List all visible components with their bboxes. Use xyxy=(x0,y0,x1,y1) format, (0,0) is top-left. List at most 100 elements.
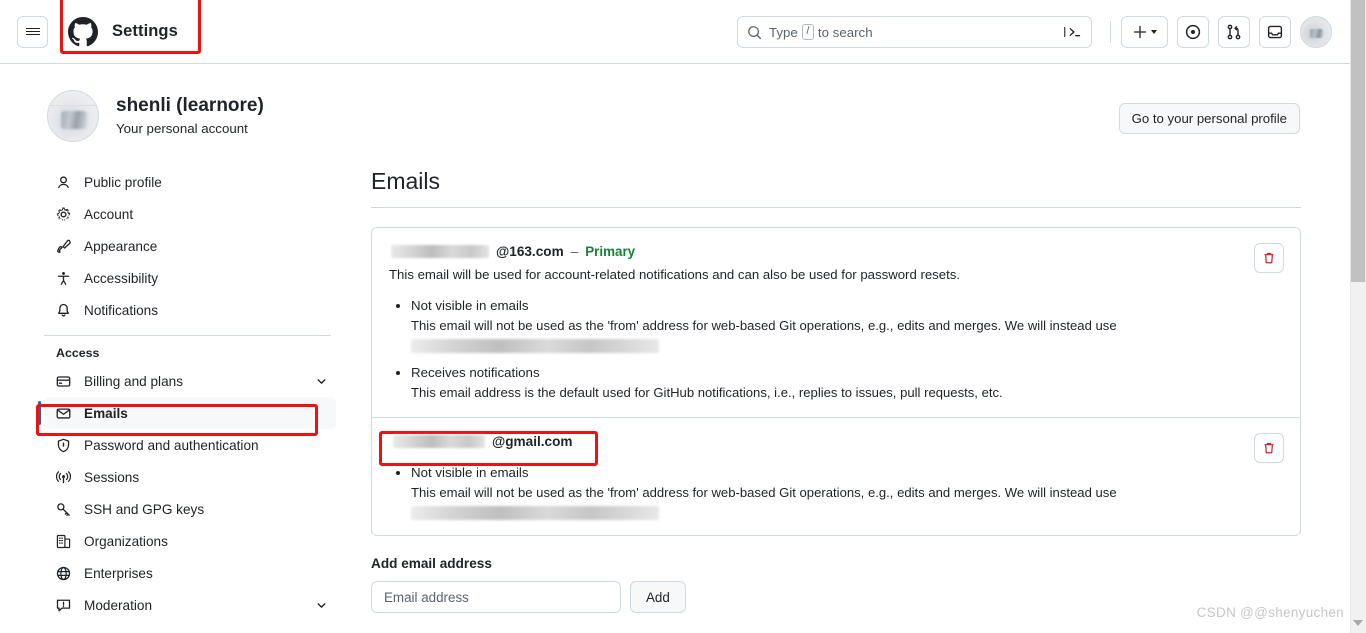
add-email-section: Add email address Add xyxy=(371,556,1301,613)
page-scrollbar[interactable] xyxy=(1350,0,1366,633)
slash-key-hint: / xyxy=(801,24,814,40)
command-palette-icon[interactable] xyxy=(1062,24,1084,40)
account-subtitle: Your personal account xyxy=(116,120,248,136)
scrollbar-thumb[interactable] xyxy=(1351,0,1365,282)
redacted-noreply-email xyxy=(411,506,659,520)
email-domain: @163.com xyxy=(496,244,564,259)
chevron-down-icon xyxy=(1150,30,1157,34)
inbox-icon xyxy=(1267,25,1283,39)
delete-email-button[interactable] xyxy=(1254,243,1284,273)
add-email-title: Add email address xyxy=(371,556,492,571)
gear-icon xyxy=(56,206,74,222)
property-description: This email will not be used as the 'from… xyxy=(411,485,1117,500)
list-item: Not visible in emails This email will no… xyxy=(389,297,1284,353)
sidebar-item-label: Password and authentication xyxy=(84,437,259,453)
sidebar-item-label: Account xyxy=(84,206,134,222)
avatar xyxy=(47,90,99,142)
sidebar-item-ssh-and-gpg-keys[interactable]: SSH and GPG keys xyxy=(44,493,336,525)
search-icon xyxy=(747,25,762,40)
header-action-buttons xyxy=(1121,16,1332,48)
chevron-down-icon xyxy=(315,375,328,388)
search-placeholder: Type / to search xyxy=(769,24,1062,40)
trash-icon xyxy=(1264,442,1274,454)
main-content: Emails @163.com – Primary This email wil… xyxy=(371,166,1301,613)
list-item: Not visible in emails This email will no… xyxy=(389,464,1284,520)
status-badge: Primary xyxy=(585,244,636,259)
sidebar-item-appearance[interactable]: Appearance xyxy=(44,230,336,262)
person-icon xyxy=(56,175,74,190)
global-search-box[interactable]: Type / to search xyxy=(737,16,1092,48)
sidebar-item-notifications[interactable]: Notifications xyxy=(44,294,336,326)
email-address-line: @gmail.com xyxy=(389,434,1284,449)
git-pull-request-icon xyxy=(1227,24,1241,40)
paintbrush-icon xyxy=(56,239,74,254)
broadcast-icon xyxy=(56,470,74,485)
settings-title: Settings xyxy=(112,22,178,40)
property-description: This email will not be used as the 'from… xyxy=(411,318,1117,333)
add-email-form: Add xyxy=(371,581,1301,613)
search-placeholder-before: Type xyxy=(769,24,798,40)
chevron-down-icon xyxy=(315,599,328,612)
sidebar-item-billing-and-plans[interactable]: Billing and plans xyxy=(44,365,336,397)
sidebar-item-accessibility[interactable]: Accessibility xyxy=(44,262,336,294)
sidebar-item-moderation[interactable]: Moderation xyxy=(44,589,336,621)
key-icon xyxy=(56,502,74,517)
property-title: Not visible in emails xyxy=(411,465,529,480)
sidebar-item-label: Emails xyxy=(84,405,128,421)
sidebar-item-label: Appearance xyxy=(84,238,158,254)
sidebar-item-organizations[interactable]: Organizations xyxy=(44,525,336,557)
pull-requests-button[interactable] xyxy=(1218,16,1250,48)
sidebar-item-password-and-authentication[interactable]: Password and authentication xyxy=(44,429,336,461)
sidebar-item-label: Organizations xyxy=(84,533,168,549)
bell-icon xyxy=(56,303,74,318)
email-address-line: @163.com – Primary xyxy=(389,244,1284,259)
hamburger-menu-button[interactable] xyxy=(17,15,48,48)
page-title: Emails xyxy=(371,168,441,194)
sidebar-item-emails[interactable]: Emails xyxy=(38,397,336,429)
property-title: Not visible in emails xyxy=(411,298,529,313)
property-title: Receives notifications xyxy=(411,365,540,380)
email-row: @gmail.com Not visible in emails This em… xyxy=(372,417,1300,535)
accessibility-icon xyxy=(56,271,74,286)
sidebar-item-account[interactable]: Account xyxy=(44,198,336,230)
redacted-email-local-part xyxy=(393,435,485,448)
user-avatar-button[interactable] xyxy=(1300,16,1332,48)
property-description: This email address is the default used f… xyxy=(411,385,1003,400)
sidebar-item-public-profile[interactable]: Public profile xyxy=(44,166,336,198)
go-to-personal-profile-button[interactable]: Go to your personal profile xyxy=(1118,103,1300,134)
add-email-button[interactable]: Add xyxy=(630,581,686,613)
mail-icon xyxy=(56,406,74,421)
sidebar-item-label: Billing and plans xyxy=(84,373,183,389)
github-mark-icon xyxy=(68,16,98,46)
email-properties-list: Not visible in emails This email will no… xyxy=(389,297,1284,402)
hamburger-icon xyxy=(25,26,40,37)
title-divider xyxy=(371,207,1301,208)
email-description: This email will be used for account-rela… xyxy=(389,267,961,282)
email-domain: @gmail.com xyxy=(492,434,573,449)
redacted-noreply-email xyxy=(411,339,659,353)
redacted-email-local-part xyxy=(391,245,489,258)
scroll-down-arrow-icon[interactable] xyxy=(1353,620,1363,626)
email-properties-list: Not visible in emails This email will no… xyxy=(389,464,1284,520)
list-item: Receives notifications This email addres… xyxy=(389,364,1284,402)
email-address-input[interactable] xyxy=(371,581,621,613)
notifications-button[interactable] xyxy=(1259,16,1291,48)
sidebar-item-label: Notifications xyxy=(84,302,159,318)
issues-button[interactable] xyxy=(1177,16,1209,48)
email-row: @163.com – Primary This email will be us… xyxy=(372,228,1300,417)
trash-icon xyxy=(1264,252,1274,264)
email-separator: – xyxy=(570,244,579,259)
sidebar-group-title-access: Access xyxy=(56,346,100,360)
sidebar-item-label: SSH and GPG keys xyxy=(84,501,205,517)
email-list-card: @163.com – Primary This email will be us… xyxy=(371,227,1301,536)
settings-sidebar: Public profile Account Appearance Access… xyxy=(36,166,336,621)
sidebar-item-sessions[interactable]: Sessions xyxy=(44,461,336,493)
sidebar-item-enterprises[interactable]: Enterprises xyxy=(44,557,336,589)
create-new-button[interactable] xyxy=(1121,16,1168,48)
issue-opened-icon xyxy=(1185,24,1201,40)
sidebar-item-label: Public profile xyxy=(84,174,162,190)
sidebar-item-label: Accessibility xyxy=(84,270,159,286)
delete-email-button[interactable] xyxy=(1254,433,1284,463)
settings-brand[interactable]: Settings xyxy=(60,0,201,54)
header-divider xyxy=(1110,21,1111,43)
